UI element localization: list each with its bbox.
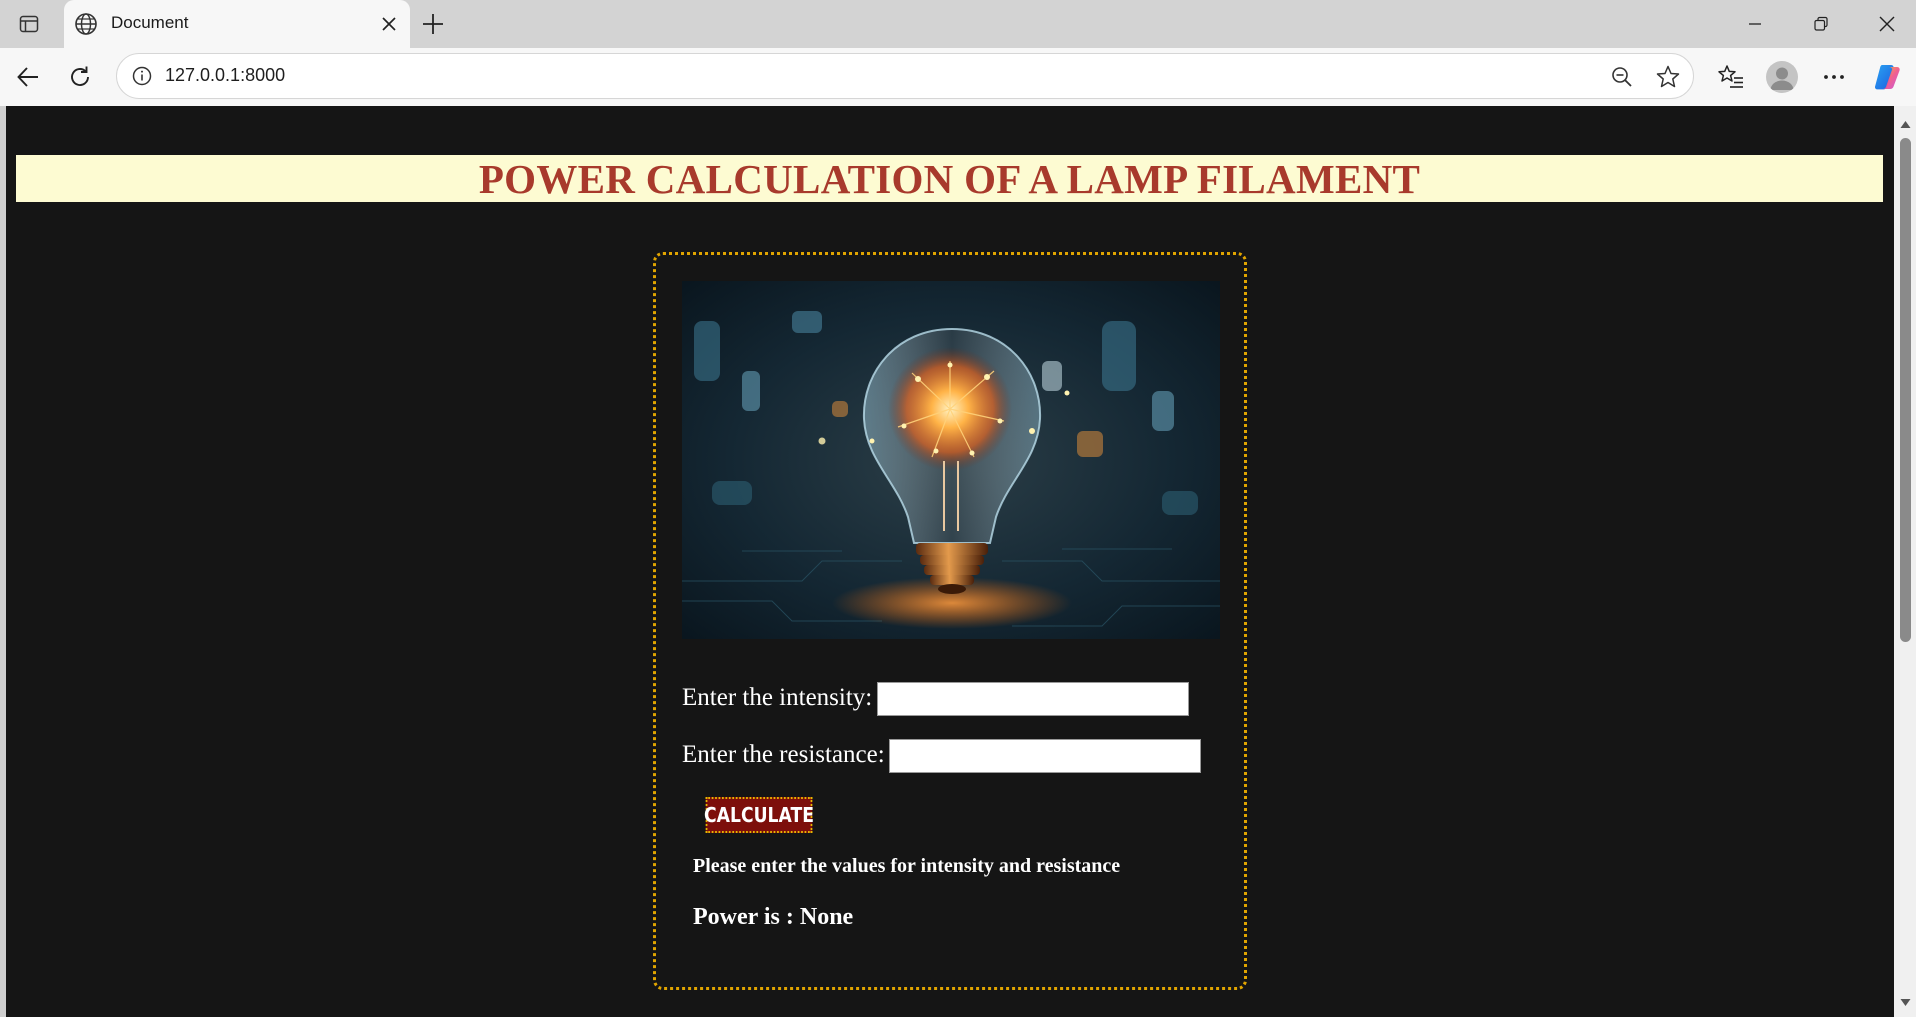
- lightbulb-image: [682, 281, 1220, 639]
- back-arrow-icon[interactable]: [10, 59, 46, 95]
- favorite-star-icon[interactable]: [1655, 64, 1681, 95]
- minimize-icon[interactable]: [1735, 8, 1775, 40]
- tab-actions-icon[interactable]: [14, 10, 44, 38]
- heading-banner: POWER CALCULATION OF A LAMP FILAMENT: [16, 155, 1883, 202]
- browser-tab[interactable]: Document: [64, 0, 410, 48]
- scroll-down-icon[interactable]: [1900, 994, 1911, 1012]
- resistance-label: Enter the resistance:: [682, 741, 885, 768]
- site-info-icon[interactable]: [131, 65, 153, 92]
- validation-message: Please enter the values for intensity an…: [693, 855, 1121, 877]
- restore-icon[interactable]: [1801, 8, 1841, 40]
- copilot-icon[interactable]: [1870, 59, 1906, 95]
- tab-title: Document: [111, 13, 189, 32]
- address-bar[interactable]: 127.0.0.1:8000: [116, 53, 1694, 99]
- intensity-label: Enter the intensity:: [682, 684, 873, 711]
- close-window-icon[interactable]: [1867, 8, 1907, 40]
- scroll-thumb[interactable]: [1900, 138, 1911, 642]
- more-options-icon[interactable]: [1816, 59, 1852, 95]
- lightbulb-illustration: [682, 281, 1220, 639]
- url-text[interactable]: 127.0.0.1:8000: [165, 65, 285, 86]
- page-title: POWER CALCULATION OF A LAMP FILAMENT: [478, 155, 1421, 202]
- calculator-card: Enter the intensity: Enter the resistanc…: [653, 252, 1247, 990]
- globe-icon: [72, 10, 100, 38]
- power-result: Power is : None: [693, 904, 854, 930]
- tab-strip: Document: [0, 0, 1916, 48]
- page-viewport: POWER CALCULATION OF A LAMP FILAMENT Ent…: [6, 106, 1894, 1017]
- zoom-out-icon[interactable]: [1610, 65, 1634, 94]
- favorites-list-icon[interactable]: [1713, 59, 1749, 95]
- intensity-input[interactable]: [877, 682, 1189, 716]
- browser-toolbar: 127.0.0.1:8000: [0, 48, 1916, 106]
- calculate-button[interactable]: CALCULATE: [704, 797, 814, 833]
- resistance-input[interactable]: [889, 739, 1201, 773]
- profile-avatar-icon[interactable]: [1766, 61, 1798, 93]
- new-tab-icon[interactable]: [418, 9, 448, 39]
- close-tab-icon[interactable]: [378, 13, 400, 35]
- refresh-icon[interactable]: [62, 59, 98, 95]
- page-scrollbar[interactable]: [1894, 106, 1916, 1017]
- scroll-up-icon[interactable]: [1900, 116, 1911, 134]
